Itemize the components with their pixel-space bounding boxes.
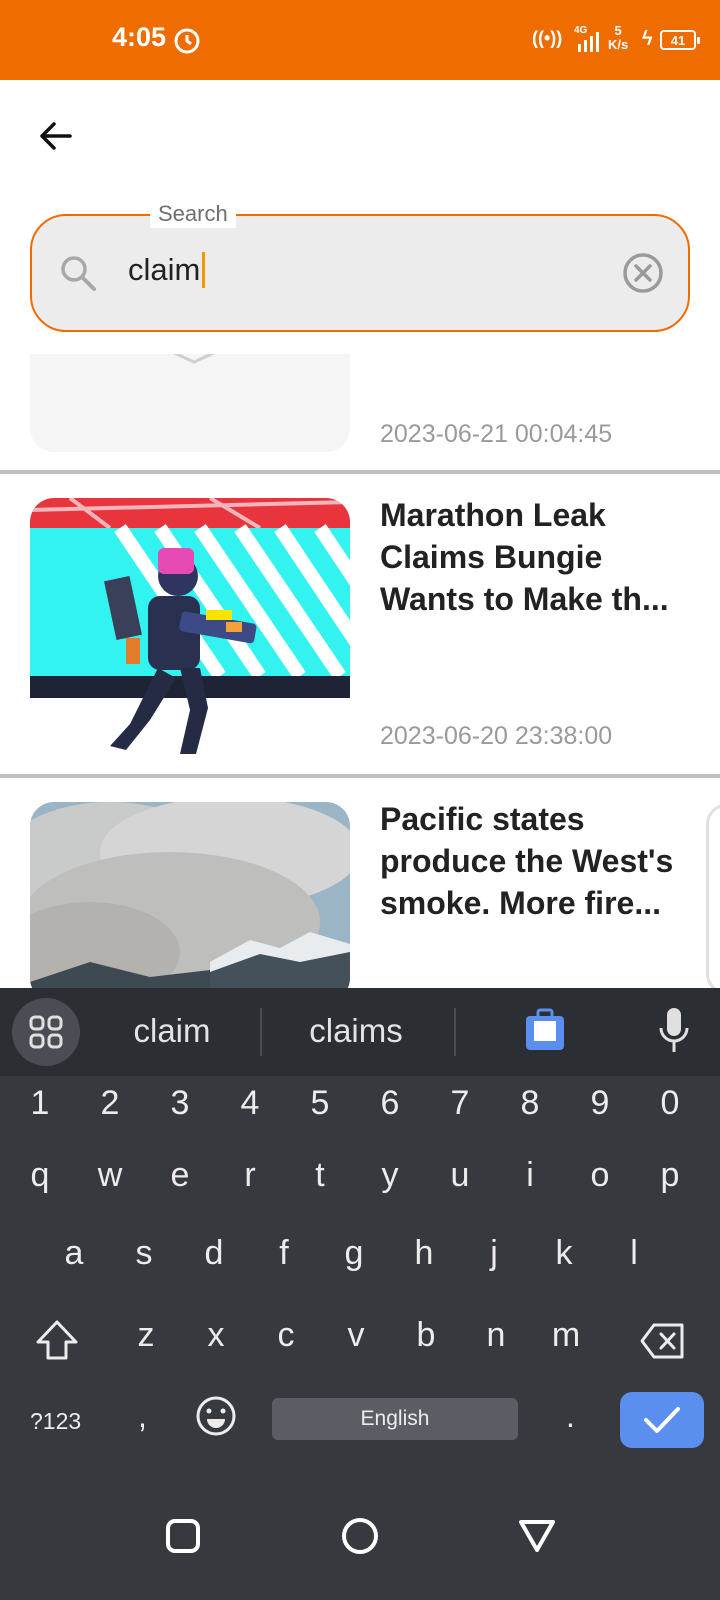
key-e[interactable]: e xyxy=(150,1156,210,1195)
wildfire-smoke-image xyxy=(30,802,350,988)
enter-key[interactable] xyxy=(620,1392,704,1448)
key-x[interactable]: x xyxy=(186,1316,246,1355)
news-item[interactable]: 2023-06-21 00:04:45 xyxy=(0,354,720,470)
key-5[interactable]: 5 xyxy=(290,1084,350,1123)
key-2[interactable]: 2 xyxy=(80,1084,140,1123)
key-k[interactable]: k xyxy=(534,1234,594,1273)
news-thumbnail xyxy=(30,498,350,756)
key-8[interactable]: 8 xyxy=(500,1084,560,1123)
key-v[interactable]: v xyxy=(326,1316,386,1355)
key-m[interactable]: m xyxy=(536,1316,596,1355)
key-0[interactable]: 0 xyxy=(640,1084,700,1123)
search-field[interactable]: Search claim xyxy=(30,200,690,332)
news-thumbnail xyxy=(30,802,350,988)
svg-text:4G: 4G xyxy=(574,25,588,36)
key-i[interactable]: i xyxy=(500,1156,560,1195)
back-triangle-icon[interactable] xyxy=(517,1516,557,1556)
news-item[interactable]: Pacific states produce the West's smoke.… xyxy=(0,778,720,988)
hotspot-icon: ((•)) xyxy=(532,28,563,48)
key-s[interactable]: s xyxy=(114,1234,174,1273)
key-u[interactable]: u xyxy=(430,1156,490,1195)
clear-search-icon[interactable] xyxy=(620,250,666,296)
grid-icon xyxy=(29,1015,63,1049)
space-key[interactable]: English xyxy=(272,1398,518,1440)
home-circle-icon[interactable] xyxy=(340,1516,380,1556)
key-4[interactable]: 4 xyxy=(220,1084,280,1123)
key-p[interactable]: p xyxy=(640,1156,700,1195)
key-n[interactable]: n xyxy=(466,1316,526,1355)
key-z[interactable]: z xyxy=(116,1316,176,1355)
key-3[interactable]: 3 xyxy=(150,1084,210,1123)
charging-icon: ϟ xyxy=(642,28,653,50)
image-placeholder-icon xyxy=(172,354,216,364)
microphone-icon[interactable] xyxy=(656,1004,692,1056)
suggestion-strip: claim claims xyxy=(0,988,720,1076)
news-date: 2023-06-20 23:38:00 xyxy=(380,722,613,750)
comma-key[interactable]: , xyxy=(138,1398,147,1435)
key-b[interactable]: b xyxy=(396,1316,456,1355)
key-t[interactable]: t xyxy=(290,1156,350,1195)
key-f[interactable]: f xyxy=(254,1234,314,1273)
search-value: claim xyxy=(128,252,201,287)
suggestion-item[interactable]: claim xyxy=(100,1012,244,1050)
key-7[interactable]: 7 xyxy=(430,1084,490,1123)
suggestion-divider xyxy=(454,1008,456,1056)
suggestion-divider xyxy=(260,1008,262,1056)
recents-square-icon[interactable] xyxy=(163,1516,203,1556)
news-thumbnail-placeholder xyxy=(30,354,350,452)
symbols-key[interactable]: ?123 xyxy=(30,1408,81,1435)
clipboard-icon[interactable] xyxy=(524,1008,566,1052)
back-button[interactable] xyxy=(30,110,82,162)
status-time: 4:05 xyxy=(112,22,167,52)
search-icon xyxy=(61,256,96,291)
news-title: Pacific states produce the West's smoke.… xyxy=(380,801,674,921)
soft-keyboard[interactable]: claim claims 1 2 3 4 5 6 7 8 9 0 q w e r… xyxy=(0,988,720,1600)
network-speed: 5 K/s xyxy=(608,23,629,52)
key-a[interactable]: a xyxy=(44,1234,104,1273)
news-list[interactable]: 2023-06-21 00:04:45 Marathon Leak Claims… xyxy=(0,354,720,988)
period-key[interactable]: . xyxy=(566,1398,575,1435)
key-l[interactable]: l xyxy=(604,1234,664,1273)
key-y[interactable]: y xyxy=(360,1156,420,1195)
key-q[interactable]: q xyxy=(10,1156,70,1195)
search-input[interactable]: claim xyxy=(128,252,206,288)
scroll-edge xyxy=(706,804,720,988)
key-9[interactable]: 9 xyxy=(570,1084,630,1123)
key-g[interactable]: g xyxy=(324,1234,384,1273)
checkmark-icon xyxy=(644,1407,680,1433)
text-caret xyxy=(202,252,206,288)
emoji-icon[interactable] xyxy=(194,1394,238,1438)
key-o[interactable]: o xyxy=(570,1156,630,1195)
key-j[interactable]: j xyxy=(464,1234,524,1273)
news-title: Marathon Leak Claims Bungie Wants to Mak… xyxy=(380,497,669,617)
key-r[interactable]: r xyxy=(220,1156,280,1195)
key-1[interactable]: 1 xyxy=(10,1084,70,1123)
key-6[interactable]: 6 xyxy=(360,1084,420,1123)
suggestion-item[interactable]: claims xyxy=(276,1012,436,1050)
key-w[interactable]: w xyxy=(80,1156,140,1195)
status-bar: 4:05 ((•)) 4G 5 K/s ϟ 41 xyxy=(0,0,720,80)
game-character-image xyxy=(30,498,350,756)
alarm-icon xyxy=(174,28,200,54)
key-c[interactable]: c xyxy=(256,1316,316,1355)
signal-icon: 4G xyxy=(574,25,599,52)
navigation-bar xyxy=(0,1476,720,1600)
search-label: Search xyxy=(150,200,236,228)
keyboard-apps-button[interactable] xyxy=(12,998,80,1066)
news-date: 2023-06-21 00:04:45 xyxy=(380,420,613,448)
key-h[interactable]: h xyxy=(394,1234,454,1273)
key-d[interactable]: d xyxy=(184,1234,244,1273)
arrow-left-icon xyxy=(40,122,72,150)
shift-icon[interactable] xyxy=(34,1318,80,1364)
battery-level: 41 xyxy=(660,30,700,50)
news-item[interactable]: Marathon Leak Claims Bungie Wants to Mak… xyxy=(0,474,720,774)
backspace-icon[interactable] xyxy=(640,1321,686,1361)
